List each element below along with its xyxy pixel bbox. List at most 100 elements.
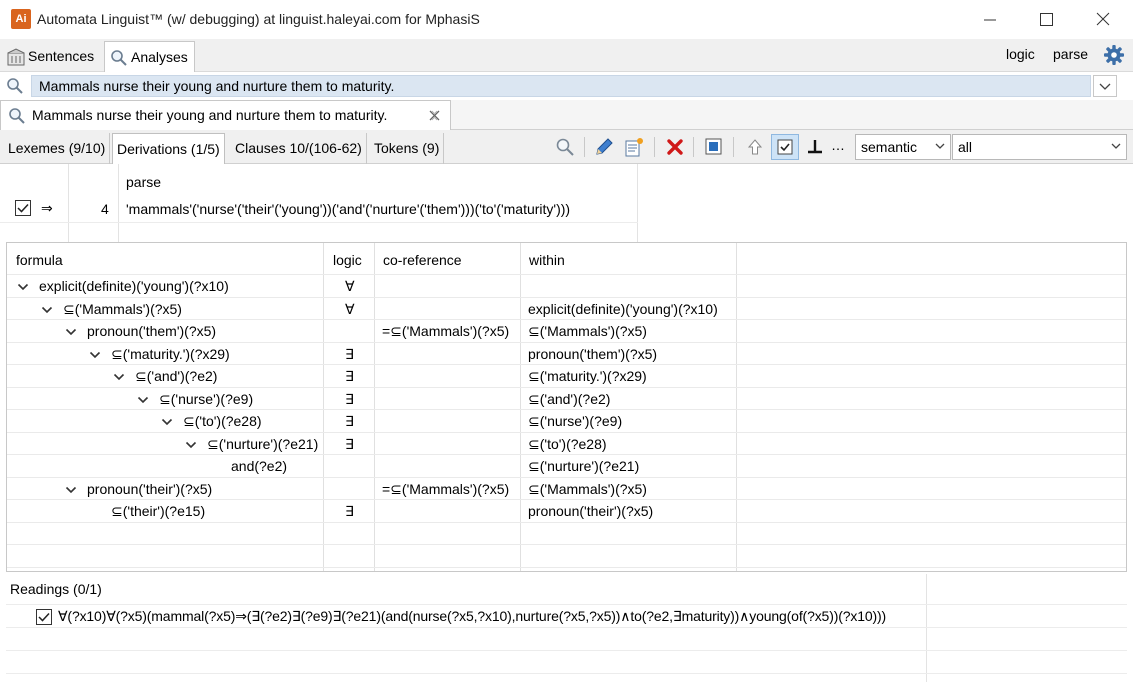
mode-select-value: semantic [861, 139, 918, 155]
search-input[interactable]: Mammals nurse their young and nurture th… [31, 75, 1091, 97]
close-tab-icon[interactable] [428, 109, 441, 122]
formula-text: ⊆('nurse')(?e9) [159, 390, 254, 407]
readings-panel: Readings (0/1) ∀(?x10)∀(?x5)(mammal(?x5)… [6, 574, 1127, 682]
coreference-cell: =⊆('Mammals')(?x5) [382, 323, 510, 339]
empty-table-row [7, 523, 1126, 545]
search-history-dropdown[interactable] [1093, 75, 1117, 97]
chevron-down-icon[interactable] [65, 486, 77, 494]
magnifier-icon [111, 50, 127, 66]
formula-cell: ⊆('to')(?e28) [161, 410, 262, 432]
column-divider [926, 574, 927, 682]
empty-table-row [7, 568, 1126, 572]
logic-cell: ∃ [345, 413, 354, 429]
tab-lexemes[interactable]: Lexemes (9/10) [4, 133, 111, 164]
formula-cell: pronoun('their')(?x5) [65, 478, 212, 500]
formula-text: ⊆('and')(?e2) [135, 368, 218, 384]
table-header-row: formula logic co-reference within [7, 243, 1126, 275]
mode-select[interactable]: semantic [855, 134, 951, 160]
gear-icon[interactable] [1103, 44, 1125, 66]
within-cell: ⊆('and')(?e2) [528, 390, 611, 407]
find-icon[interactable] [555, 137, 577, 157]
formula-text: ⊆('Mammals')(?x5) [63, 300, 182, 317]
chevron-down-icon[interactable] [89, 351, 101, 359]
analysis-tab-bar: Lexemes (9/10) Derivations (1/5) Clauses… [0, 130, 1133, 164]
empty-table-row [7, 545, 1126, 568]
minimize-button[interactable] [967, 6, 1013, 34]
table-row[interactable]: ⊆('Mammals')(?x5) ∀ explicit(definite)('yo… [7, 298, 1126, 320]
chevron-down-icon[interactable] [41, 306, 53, 314]
table-row[interactable]: explicit(definite)('young')(?x10) ∀ [7, 275, 1126, 298]
reading-text[interactable]: ∀(?x10)∀(?x5)(mammal(?x5)⇒(∃(?e2)∃(?e9)∃… [58, 608, 886, 625]
formula-cell: and(?e2) [209, 455, 287, 477]
tab-analyses[interactable]: Analyses [104, 41, 195, 72]
parse-row-checkbox[interactable] [15, 200, 31, 216]
arrow-up-icon[interactable] [744, 137, 766, 157]
tab-sentences[interactable]: Sentences [2, 41, 100, 72]
table-row[interactable]: ⊆('nurture')(?e21) ∃ ⊆('to')(?e28) [7, 433, 1126, 455]
logic-cell: ∃ [345, 390, 354, 407]
edit-pencil-icon[interactable] [593, 137, 615, 157]
coreference-column-header[interactable]: co-reference [383, 249, 462, 271]
formula-cell: pronoun('them')(?x5) [65, 320, 216, 342]
more-options-button[interactable]: … [831, 137, 845, 153]
close-icon [1096, 12, 1110, 26]
logic-cell: ∃ [345, 345, 354, 362]
table-row[interactable]: ⊆('and')(?e2) ∃ ⊆('maturity.')(?x29) [7, 365, 1126, 388]
chevron-down-icon[interactable] [17, 283, 29, 291]
select-frame-icon[interactable] [703, 137, 725, 157]
chevron-down-icon[interactable] [137, 396, 149, 404]
delete-icon[interactable] [664, 137, 686, 157]
formula-cell: ⊆('nurture')(?e21) [185, 433, 318, 455]
within-cell: ⊆('nurse')(?e9) [528, 413, 623, 429]
column-divider [68, 164, 69, 242]
row-divider [6, 604, 1127, 605]
maximize-button[interactable] [1023, 6, 1069, 34]
new-note-icon[interactable] [623, 137, 645, 157]
formula-text: ⊆('maturity.')(?x29) [111, 345, 230, 362]
parse-row-text[interactable]: 'mammals'('nurse'('their'('young'))('and… [126, 201, 570, 217]
logic-column-header[interactable]: logic [333, 249, 362, 271]
app-logo: Ai [11, 9, 31, 29]
chevron-down-icon[interactable] [65, 328, 77, 336]
tab-tokens[interactable]: Tokens (9) [370, 133, 445, 164]
chevron-down-icon [1111, 143, 1121, 149]
filter-select[interactable]: all [952, 134, 1127, 160]
table-row[interactable]: and(?e2) ⊆('nurture')(?e21) [7, 455, 1126, 478]
column-divider [637, 164, 638, 242]
reading-checkbox[interactable] [36, 609, 52, 625]
logic-cell: ∀ [345, 300, 355, 317]
tab-analyses-label: Analyses [131, 49, 188, 65]
table-row[interactable]: ⊆('to')(?e28) ∃ ⊆('nurse')(?e9) [7, 410, 1126, 433]
maximize-icon [1040, 13, 1053, 26]
title-bar: Ai Automata Linguist™ (w/ debugging) at … [0, 0, 1133, 39]
table-row[interactable]: ⊆('maturity.')(?x29) ∃ pronoun('them')(?x5… [7, 343, 1126, 365]
checked-filter-toggle[interactable] [771, 134, 799, 160]
formula-column-header[interactable]: formula [16, 249, 63, 271]
within-cell: ⊆('maturity.')(?x29) [528, 368, 647, 384]
tab-derivations[interactable]: Derivations (1/5) [112, 133, 225, 164]
chevron-down-icon[interactable] [185, 441, 197, 449]
within-cell: ⊆('nurture')(?e21) [528, 458, 640, 474]
table-row[interactable]: ⊆('their')(?e15) ∃ pronoun('their')(?x5) [7, 500, 1126, 523]
formula-cell: ⊆('Mammals')(?x5) [41, 298, 182, 320]
toolbar-separator [584, 137, 585, 157]
table-row[interactable]: ⊆('nurse')(?e9) ∃ ⊆('and')(?e2) [7, 388, 1126, 410]
within-column-header[interactable]: within [529, 249, 565, 271]
chevron-down-icon[interactable] [113, 373, 125, 381]
bottom-falsum-icon[interactable] [804, 137, 826, 157]
tab-clauses[interactable]: Clauses 10/(106-62) [231, 133, 367, 164]
table-row[interactable]: pronoun('them')(?x5) =⊆('Mammals')(?x5) ⊆(… [7, 320, 1126, 343]
close-window-button[interactable] [1080, 6, 1126, 34]
chevron-down-icon[interactable] [161, 418, 173, 426]
row-divider [6, 650, 1127, 651]
table-row[interactable]: pronoun('their')(?x5) =⊆('Mammals')(?x5) ⊆… [7, 478, 1126, 500]
parse-link[interactable]: parse [1053, 46, 1088, 62]
parse-column-header: parse [126, 174, 162, 190]
minimize-icon [984, 19, 996, 21]
logic-link[interactable]: logic [1006, 46, 1035, 62]
formula-text: pronoun('their')(?x5) [87, 480, 213, 497]
chevron-down-icon [1099, 83, 1111, 90]
tab-sentences-label: Sentences [28, 48, 95, 64]
formula-text: explicit(definite)('young')(?x10) [39, 278, 229, 294]
sentence-editor-tab[interactable]: Mammals nurse their young and nurture th… [0, 100, 451, 130]
